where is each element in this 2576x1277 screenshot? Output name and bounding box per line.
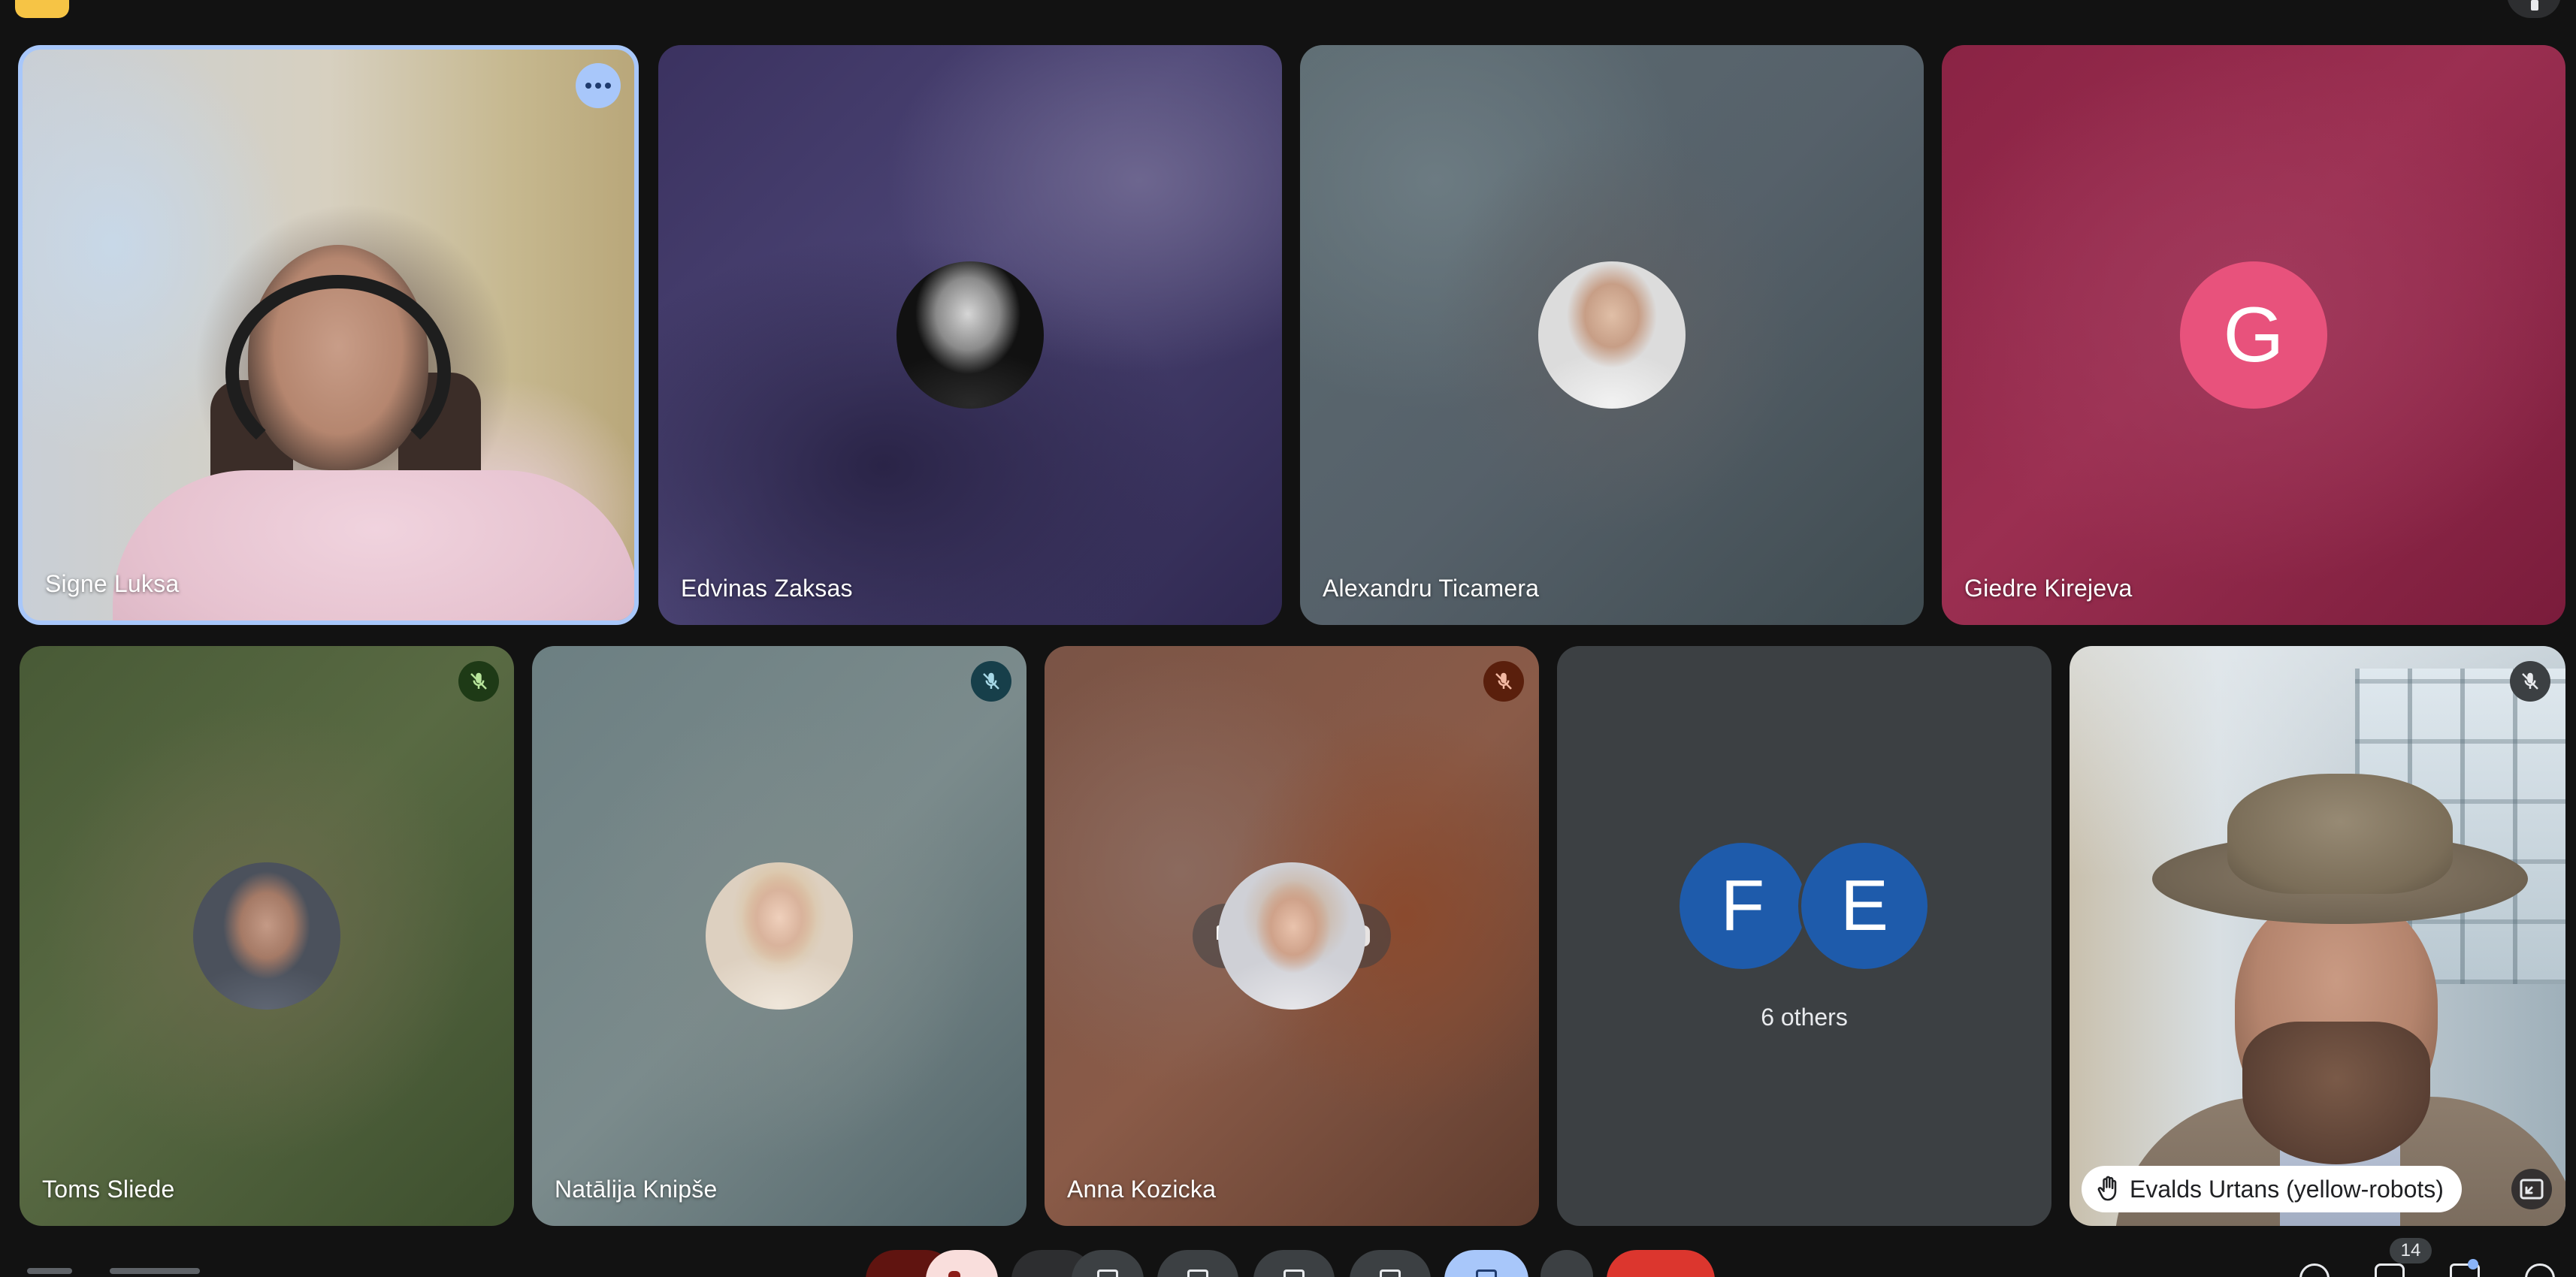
participant-name: Evalds Urtans (yellow-robots): [2130, 1175, 2444, 1203]
raised-hand-chip[interactable]: Evalds Urtans (yellow-robots): [2082, 1166, 2462, 1212]
mic-off-icon: [458, 661, 499, 702]
participant-tile-toms[interactable]: Toms Sliede: [20, 646, 514, 1226]
more-dot-icon: [595, 83, 601, 89]
camera-icon: [1097, 1269, 1118, 1277]
avatar: [1218, 862, 1365, 1010]
participant-name: Natālija Knipše: [555, 1176, 718, 1203]
avatar: [896, 261, 1044, 409]
participant-tile-alexandru[interactable]: Alexandru Ticamera: [1300, 45, 1924, 625]
participant-name: Toms Sliede: [42, 1176, 175, 1203]
info-icon[interactable]: [2299, 1263, 2330, 1277]
video-feed-detail: [2227, 774, 2453, 894]
captions-button[interactable]: [1157, 1250, 1238, 1277]
top-left-badge[interactable]: [15, 0, 69, 18]
hand-icon: [1476, 1269, 1497, 1277]
mic-off-icon: [1483, 661, 1524, 702]
top-right-button[interactable]: [2507, 0, 2561, 18]
picture-in-picture-icon: [2520, 1179, 2544, 1200]
raise-hand-button[interactable]: [1444, 1250, 1528, 1277]
more-dot-icon: [585, 83, 591, 89]
more-options-button[interactable]: [1540, 1250, 1593, 1277]
participant-tile-giedre[interactable]: G Giedre Kirejeva: [1942, 45, 2565, 625]
video-feed-detail: [2242, 1022, 2430, 1164]
people-icon[interactable]: [2375, 1263, 2405, 1277]
avatar: [706, 862, 853, 1010]
participant-name: Giedre Kirejeva: [1964, 575, 2133, 602]
participant-tile-signe[interactable]: Signe Luksa: [18, 45, 639, 625]
end-call-button[interactable]: [1607, 1250, 1715, 1277]
present-button[interactable]: [1350, 1250, 1431, 1277]
more-dot-icon: [605, 83, 611, 89]
participant-tile-edvinas[interactable]: Edvinas Zaksas: [658, 45, 1282, 625]
present-icon: [1380, 1269, 1401, 1277]
avatar: F: [1677, 840, 1809, 972]
meeting-info: [27, 1265, 252, 1277]
expand-tile-button[interactable]: [2511, 1169, 2552, 1209]
activities-icon[interactable]: [2525, 1263, 2555, 1277]
video-feed-detail: [225, 275, 451, 470]
others-avatars: F E: [1677, 840, 1932, 972]
participant-name: Edvinas Zaksas: [681, 575, 853, 602]
reactions-button[interactable]: [1253, 1250, 1335, 1277]
captions-icon: [1187, 1269, 1208, 1277]
chat-notification-dot: [2468, 1259, 2478, 1269]
avatar: E: [1798, 840, 1930, 972]
avatar: [193, 862, 340, 1010]
participant-name: Alexandru Ticamera: [1323, 575, 1540, 602]
participant-tile-anna[interactable]: Anna Kozicka: [1045, 646, 1539, 1226]
mic-off-icon: [2510, 661, 2550, 702]
meet-stage: Signe Luksa Edvinas Zaksas Alexandru Tic…: [0, 0, 2576, 1277]
avatar: [1538, 261, 1686, 409]
more-options-button[interactable]: [576, 63, 621, 108]
camera-toggle-button[interactable]: [1072, 1250, 1144, 1277]
video-feed-detail: [113, 470, 634, 620]
raised-hand-icon: [2097, 1176, 2121, 1203]
emoji-icon: [1283, 1269, 1305, 1277]
people-count-badge: 14: [2390, 1238, 2432, 1263]
participant-tile-natalija[interactable]: Natālija Knipše: [532, 646, 1026, 1226]
avatar: G: [2180, 261, 2327, 409]
others-count-label: 6 others: [1761, 1004, 1848, 1031]
mic-off-icon: [971, 661, 1011, 702]
participant-name: Signe Luksa: [45, 570, 180, 597]
participant-tile-others[interactable]: F E 6 others: [1557, 646, 2051, 1226]
top-right-icon: [2531, 0, 2538, 11]
participant-tile-evalds[interactable]: Evalds Urtans (yellow-robots): [2070, 646, 2565, 1226]
participant-name: Anna Kozicka: [1067, 1176, 1217, 1203]
